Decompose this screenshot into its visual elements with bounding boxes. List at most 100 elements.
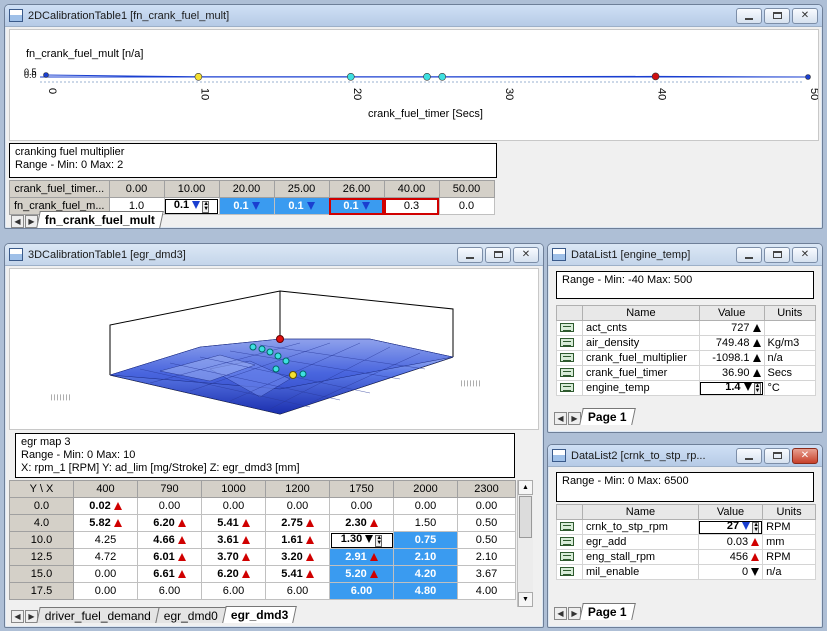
table-vertical-scrollbar[interactable]: ▲ ▼ bbox=[517, 480, 533, 607]
units-header[interactable]: Units bbox=[762, 504, 816, 520]
x-value-cell[interactable]: 1750 bbox=[329, 480, 394, 498]
x-value-cell[interactable]: 10.00 bbox=[163, 180, 220, 198]
value-header[interactable]: Value bbox=[698, 305, 765, 321]
x-value-cell[interactable]: 20.00 bbox=[218, 180, 275, 198]
minimize-button[interactable] bbox=[457, 246, 483, 263]
z-value-cell[interactable]: 0.50 bbox=[457, 531, 516, 549]
data-point-marker[interactable] bbox=[272, 365, 280, 373]
title-bar[interactable]: DataList1 [engine_temp] ✕ bbox=[548, 244, 822, 266]
z-value-cell[interactable]: 4.00 bbox=[457, 582, 516, 600]
maximize-button[interactable] bbox=[485, 246, 511, 263]
data-point-marker[interactable] bbox=[346, 72, 355, 81]
minimize-button[interactable] bbox=[736, 447, 762, 464]
data-point-marker[interactable] bbox=[282, 357, 290, 365]
z-value-cell[interactable]: 6.00 bbox=[329, 582, 394, 600]
y-value-cell-selected[interactable]: 0.1 bbox=[328, 197, 385, 215]
z-value-cell[interactable]: 0.00 bbox=[73, 582, 138, 600]
z-value-cell[interactable]: 0.02 bbox=[73, 497, 138, 515]
z-value-cell[interactable]: 5.41 bbox=[201, 514, 266, 532]
x-value-cell[interactable]: 1000 bbox=[201, 480, 266, 498]
x-value-cell[interactable]: 2300 bbox=[457, 480, 516, 498]
scroll-down-button[interactable]: ▼ bbox=[518, 592, 533, 607]
minimize-button[interactable] bbox=[736, 246, 762, 263]
z-value-cell[interactable]: 0.00 bbox=[73, 565, 138, 583]
y-value-cell-selected[interactable]: 0.1 bbox=[273, 197, 330, 215]
list-item[interactable]: mil_enable 0 n/a bbox=[556, 564, 816, 580]
variable-value[interactable]: 0.03 bbox=[697, 534, 764, 550]
z-value-cell[interactable]: 4.25 bbox=[73, 531, 138, 549]
spinner-icon[interactable]: ▲ ▼ bbox=[375, 535, 383, 547]
y-value-cell[interactable]: 15.0 bbox=[9, 565, 74, 583]
x-value-cell[interactable]: 25.00 bbox=[273, 180, 330, 198]
surface-plot-3d[interactable]: │││││││ │││││││ bbox=[9, 268, 539, 430]
z-value-cell[interactable]: 4.72 bbox=[73, 548, 138, 566]
data-point-marker[interactable] bbox=[43, 72, 49, 78]
tab-egr-dmd0[interactable]: egr_dmd0 bbox=[155, 607, 227, 623]
z-value-cell[interactable]: 0.00 bbox=[265, 497, 330, 515]
y-value-cell-selected[interactable]: 0.1 bbox=[218, 197, 275, 215]
z-value-cell[interactable]: 0.50 bbox=[457, 514, 516, 532]
x-value-cell[interactable]: 50.00 bbox=[438, 180, 495, 198]
z-value-cell[interactable]: 3.70 bbox=[201, 548, 266, 566]
y-value-cell[interactable]: 10.0 bbox=[9, 531, 74, 549]
spinner-icon[interactable]: ▲ ▼ bbox=[753, 383, 761, 395]
list-item[interactable]: crank_fuel_timer 36.90 Secs bbox=[556, 365, 816, 381]
data-point-marker[interactable] bbox=[289, 371, 297, 379]
z-value-cell[interactable]: 5.41 bbox=[265, 565, 330, 583]
tab-page-1[interactable]: Page 1 bbox=[579, 408, 636, 425]
list-item[interactable]: egr_add 0.03 mm bbox=[556, 534, 816, 550]
tab-scroll-left-button[interactable]: ◀ bbox=[554, 412, 567, 425]
maximize-button[interactable] bbox=[764, 246, 790, 263]
z-value-cell[interactable]: 3.20 bbox=[265, 548, 330, 566]
x-value-cell[interactable]: 1200 bbox=[265, 480, 330, 498]
y-value-cell[interactable]: 0.0 bbox=[438, 197, 495, 215]
tab-scroll-left-button[interactable]: ◀ bbox=[11, 610, 24, 623]
list-item[interactable]: eng_stall_rpm 456 RPM bbox=[556, 549, 816, 565]
spinner-icon[interactable]: ▲ ▼ bbox=[752, 522, 760, 534]
list-item[interactable]: air_density 749.48 Kg/m3 bbox=[556, 335, 816, 351]
tab-page-1[interactable]: Page 1 bbox=[579, 603, 636, 620]
z-value-cell[interactable]: 6.20 bbox=[201, 565, 266, 583]
data-point-marker[interactable] bbox=[438, 72, 447, 81]
z-value-cell[interactable]: 1.50 bbox=[393, 514, 458, 532]
variable-value[interactable]: 727 bbox=[698, 320, 765, 336]
z-value-cell[interactable]: 6.20 bbox=[137, 514, 202, 532]
variable-value[interactable]: 36.90 bbox=[698, 365, 765, 381]
title-bar[interactable]: 2DCalibrationTable1 [fn_crank_fuel_mult]… bbox=[5, 5, 822, 27]
z-value-cell[interactable]: 4.80 bbox=[393, 582, 458, 600]
list-item[interactable]: act_cnts 727 bbox=[556, 320, 816, 336]
surface-canvas[interactable]: │││││││ │││││││ bbox=[10, 269, 538, 429]
value-header[interactable]: Value bbox=[697, 504, 764, 520]
tab-scroll-left-button[interactable]: ◀ bbox=[11, 215, 24, 228]
z-value-cell[interactable]: 0.00 bbox=[329, 497, 394, 515]
z-value-cell[interactable]: 2.75 bbox=[265, 514, 330, 532]
z-value-cell[interactable]: 2.91 bbox=[329, 548, 394, 566]
close-button[interactable]: ✕ bbox=[792, 447, 818, 464]
data-point-marker[interactable] bbox=[258, 345, 266, 353]
z-value-cell[interactable]: 6.00 bbox=[265, 582, 330, 600]
variable-value[interactable]: 1.4 ▲ ▼ bbox=[698, 380, 765, 396]
data-point-marker[interactable] bbox=[274, 352, 282, 360]
scroll-up-button[interactable]: ▲ bbox=[518, 480, 533, 495]
data-point-marker[interactable] bbox=[805, 74, 811, 80]
variable-value[interactable]: 456 bbox=[697, 549, 764, 565]
z-value-cell[interactable]: 3.67 bbox=[457, 565, 516, 583]
z-value-cell[interactable]: 4.66 bbox=[137, 531, 202, 549]
x-value-cell[interactable]: 2000 bbox=[393, 480, 458, 498]
plot-canvas[interactable]: fn_crank_fuel_mult [n/a] crank_fuel_time… bbox=[10, 30, 818, 140]
name-header[interactable]: Name bbox=[582, 305, 700, 321]
data-point-marker[interactable] bbox=[423, 72, 431, 81]
y-value-cell[interactable]: 0.0 bbox=[9, 497, 74, 515]
close-button[interactable]: ✕ bbox=[792, 246, 818, 263]
data-point-marker[interactable] bbox=[299, 370, 307, 378]
list-item[interactable]: crank_fuel_multiplier -1098.1 n/a bbox=[556, 350, 816, 366]
title-bar[interactable]: DataList2 [crnk_to_stp_rp... ✕ bbox=[548, 445, 822, 467]
data-point-marker[interactable] bbox=[651, 72, 660, 81]
tab-driver-fuel-demand[interactable]: driver_fuel_demand bbox=[36, 607, 160, 623]
y-value-cell[interactable]: 0.3 bbox=[383, 197, 440, 215]
data-point-marker[interactable] bbox=[194, 72, 203, 81]
variable-value[interactable]: 749.48 bbox=[698, 335, 765, 351]
z-value-cell[interactable]: 6.01 bbox=[137, 548, 202, 566]
z-value-cell[interactable]: 0.00 bbox=[457, 497, 516, 515]
z-value-cell[interactable]: 5.20 bbox=[329, 565, 394, 583]
